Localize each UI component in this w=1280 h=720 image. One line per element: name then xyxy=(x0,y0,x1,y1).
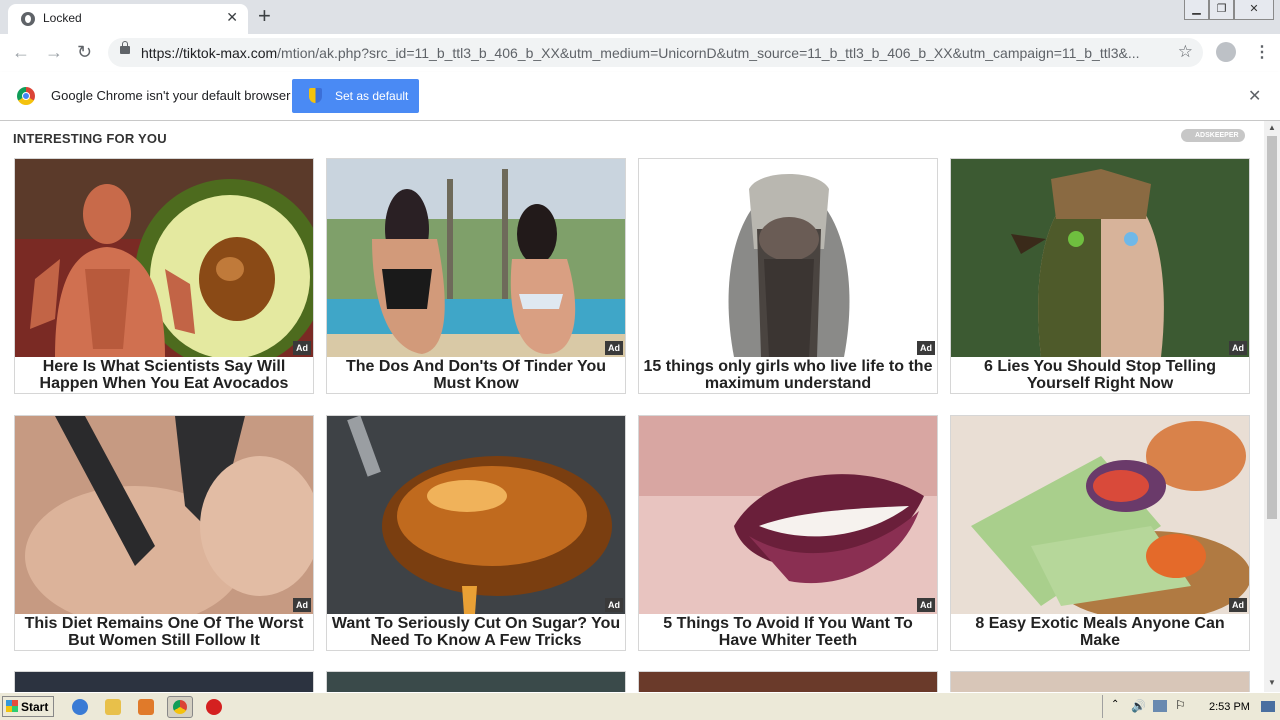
internet-explorer-icon[interactable] xyxy=(72,699,88,715)
url-path: /mtion/ak.php?src_id=11_b_ttl3_b_406_b_X… xyxy=(277,45,1140,61)
ad-card[interactable] xyxy=(14,671,314,692)
opera-icon[interactable] xyxy=(206,699,222,715)
volume-icon[interactable]: 🔊 xyxy=(1131,699,1146,713)
ad-card[interactable] xyxy=(326,671,626,692)
ad-image-half-face[interactable] xyxy=(951,159,1249,357)
chrome-taskbar-button[interactable] xyxy=(167,696,193,718)
ad-card[interactable]: Ad Want To Seriously Cut On Sugar? You N… xyxy=(326,415,626,651)
ad-card[interactable]: Ad Here Is What Scientists Say Will Happ… xyxy=(14,158,314,394)
ad-card[interactable] xyxy=(638,671,938,692)
infobar-close-icon[interactable]: ✕ xyxy=(1248,86,1261,106)
adskeeper-logo[interactable]: ADSKEEPER xyxy=(1181,129,1245,142)
infobar-message: Google Chrome isn't your default browser xyxy=(51,88,291,103)
ad-card[interactable]: Ad The Dos And Don'ts Of Tinder You Must… xyxy=(326,158,626,394)
new-tab-button[interactable]: + xyxy=(258,3,271,29)
page-content: INTERESTING FOR YOU ADSKEEPER Ad Here Is… xyxy=(0,121,1264,692)
ad-badge: Ad xyxy=(917,341,935,355)
ad-image-honey-spoon[interactable] xyxy=(327,416,625,614)
ad-card[interactable]: Ad 8 Easy Exotic Meals Anyone Can Make xyxy=(950,415,1250,651)
ad-card[interactable]: Ad 6 Lies You Should Stop Telling Yourse… xyxy=(950,158,1250,394)
scrollbar-thumb[interactable] xyxy=(1267,136,1277,519)
tray-expand-icon[interactable]: ⌃ xyxy=(1111,699,1119,710)
ad-caption[interactable]: 5 Things To Avoid If You Want To Have Wh… xyxy=(643,615,933,649)
ad-image-wraps[interactable] xyxy=(951,416,1249,614)
tab-strip: Locked ✕ + ▁ ❐ ✕ xyxy=(0,0,1280,34)
shield-icon xyxy=(309,88,322,103)
browser-tab[interactable]: Locked ✕ xyxy=(8,4,248,34)
ad-badge: Ad xyxy=(917,598,935,612)
menu-kebab-icon[interactable]: ⋮ xyxy=(1254,42,1270,62)
network-icon[interactable] xyxy=(1153,700,1167,712)
system-tray: ⌃ 🔊 ⚐ xyxy=(1102,695,1278,718)
default-browser-infobar: Google Chrome isn't your default browser… xyxy=(0,72,1280,121)
taskbar-clock[interactable]: 2:53 PM xyxy=(1209,701,1250,713)
ad-image-lips[interactable] xyxy=(639,416,937,614)
forward-button[interactable]: → xyxy=(45,42,63,62)
ad-caption[interactable]: Want To Seriously Cut On Sugar? You Need… xyxy=(331,615,621,649)
set-as-default-label: Set as default xyxy=(335,89,409,103)
ad-image-poolside[interactable] xyxy=(327,159,625,357)
profile-avatar-icon[interactable] xyxy=(1216,42,1236,62)
ad-caption[interactable]: This Diet Remains One Of The Worst But W… xyxy=(19,615,309,649)
reload-button[interactable]: ↻ xyxy=(77,42,92,62)
minimize-button[interactable]: ▁ xyxy=(1184,0,1209,20)
chrome-icon xyxy=(173,700,187,714)
ad-caption[interactable]: 6 Lies You Should Stop Telling Yourself … xyxy=(955,358,1245,392)
address-bar[interactable]: https://tiktok-max.com/mtion/ak.php?src_… xyxy=(108,38,1203,67)
scroll-down-arrow-icon[interactable]: ▼ xyxy=(1268,678,1276,687)
section-heading: INTERESTING FOR YOU xyxy=(13,131,167,146)
action-center-flag-icon[interactable]: ⚐ xyxy=(1175,698,1186,712)
chrome-logo-icon xyxy=(17,87,35,105)
bookmark-star-icon[interactable]: ☆ xyxy=(1178,42,1193,62)
ad-badge: Ad xyxy=(293,341,311,355)
set-as-default-button[interactable]: Set as default xyxy=(292,79,419,113)
ad-badge: Ad xyxy=(1229,598,1247,612)
ad-image-anatomy-avocado[interactable] xyxy=(15,159,313,357)
ad-card[interactable] xyxy=(950,671,1250,692)
globe-icon xyxy=(21,12,35,26)
ad-image-tattooed-woman[interactable] xyxy=(639,159,937,357)
folder-icon[interactable] xyxy=(105,699,121,715)
page-scrollbar[interactable]: ▲ ▼ xyxy=(1264,121,1280,692)
start-label: Start xyxy=(21,700,49,714)
ad-caption[interactable]: 8 Easy Exotic Meals Anyone Can Make xyxy=(955,615,1245,649)
url-host: https://tiktok-max.com xyxy=(141,45,278,61)
tab-close-icon[interactable]: ✕ xyxy=(226,9,238,26)
ad-caption[interactable]: The Dos And Don'ts Of Tinder You Must Kn… xyxy=(331,358,621,392)
start-button[interactable]: Start xyxy=(2,696,54,717)
ad-badge: Ad xyxy=(1229,341,1247,355)
ad-card[interactable]: Ad 5 Things To Avoid If You Want To Have… xyxy=(638,415,938,651)
ad-caption[interactable]: 15 things only girls who live life to th… xyxy=(643,358,933,392)
lock-icon xyxy=(120,41,130,54)
window-close-button[interactable]: ✕ xyxy=(1234,0,1274,20)
ad-card[interactable]: Ad This Diet Remains One Of The Worst Bu… xyxy=(14,415,314,651)
tab-title: Locked xyxy=(43,11,82,25)
restore-button[interactable]: ❐ xyxy=(1209,0,1234,20)
back-button[interactable]: ← xyxy=(12,42,30,62)
url-text[interactable]: https://tiktok-max.com/mtion/ak.php?src_… xyxy=(141,45,1141,61)
scroll-up-arrow-icon[interactable]: ▲ xyxy=(1268,123,1276,132)
ad-badge: Ad xyxy=(605,598,623,612)
ad-badge: Ad xyxy=(605,341,623,355)
ad-badge: Ad xyxy=(293,598,311,612)
ad-caption[interactable]: Here Is What Scientists Say Will Happen … xyxy=(19,358,309,392)
windows-taskbar: Start ⌃ 🔊 ⚐ 2:53 PM xyxy=(0,692,1280,720)
windows-flag-icon xyxy=(6,700,18,712)
show-desktop-icon[interactable] xyxy=(1261,701,1275,712)
media-player-icon[interactable] xyxy=(138,699,154,715)
ad-image-body[interactable] xyxy=(15,416,313,614)
browser-toolbar: ← → ↻ https://tiktok-max.com/mtion/ak.ph… xyxy=(0,34,1280,73)
ad-card[interactable]: Ad 15 things only girls who live life to… xyxy=(638,158,938,394)
